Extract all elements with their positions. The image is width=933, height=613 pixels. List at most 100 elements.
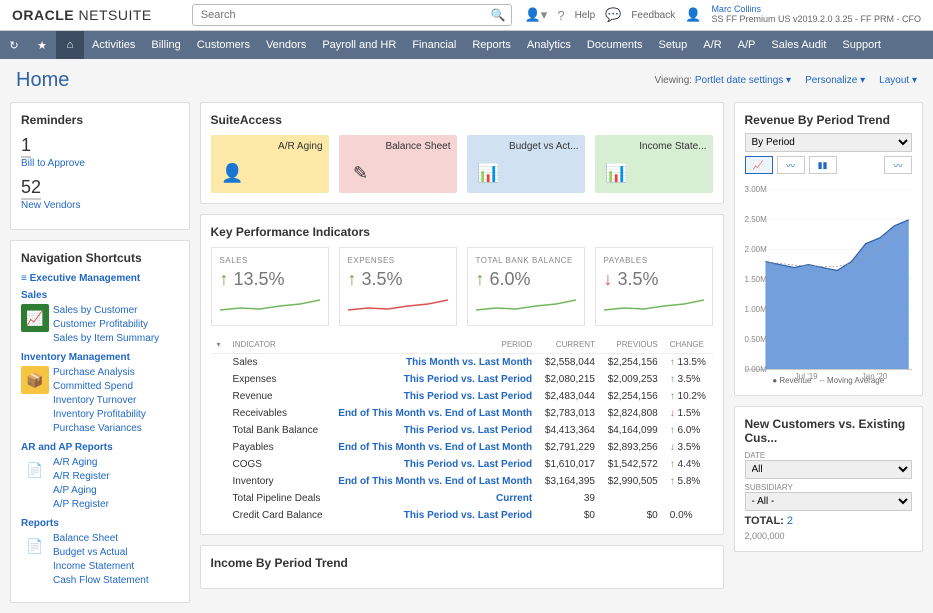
search-input[interactable] [192, 4, 512, 26]
reminder-link[interactable]: Bill to Approve [21, 158, 179, 169]
shortcut-link[interactable]: A/R Register [53, 470, 179, 484]
nav-customers[interactable]: Customers [189, 32, 258, 58]
kpi-period[interactable]: This Period vs. Last Period [330, 456, 538, 473]
rev-trend-card: Revenue By Period Trend By Period 📈 〰 ▮▮… [734, 102, 923, 396]
kpi-period[interactable]: End of This Month vs. End of Last Month [330, 405, 538, 422]
kpi-period[interactable]: End of This Month vs. End of Last Month [330, 439, 538, 456]
layout-link[interactable]: Layout ▾ [879, 75, 917, 86]
kpi-period[interactable]: This Period vs. Last Period [330, 388, 538, 405]
shortcut-link[interactable]: Balance Sheet [53, 532, 179, 546]
nav-a-r[interactable]: A/R [695, 32, 729, 58]
kpi-change: 0.0% [664, 507, 713, 524]
nav-support[interactable]: Support [834, 32, 889, 58]
suite-tile[interactable]: A/R Aging👤 [211, 135, 329, 193]
shortcut-link[interactable]: Customer Profitability [53, 318, 179, 332]
shortcut-head[interactable]: Reports [21, 518, 179, 529]
shortcut-head[interactable]: Inventory Management [21, 352, 179, 363]
nav-vendors[interactable]: Vendors [258, 32, 314, 58]
kpi-th[interactable]: CHANGE [664, 336, 713, 354]
user-dropdown-icon[interactable]: 👤▾ [525, 7, 548, 23]
tile-label: Budget vs Act... [509, 141, 578, 152]
suite-tile[interactable]: Budget vs Act...📊 [467, 135, 585, 193]
user-role: SS FF Premium US v2019.2.0 3.25 - FF PRM… [711, 15, 921, 25]
kpi-label: TOTAL BANK BALANCE [476, 256, 576, 265]
help-link[interactable]: Help [575, 10, 596, 21]
date-select[interactable]: All [745, 460, 912, 479]
suite-tile[interactable]: Income State...📊 [595, 135, 713, 193]
nav-payroll-and-hr[interactable]: Payroll and HR [314, 32, 404, 58]
nav-a-p[interactable]: A/P [730, 32, 764, 58]
shortcut-link[interactable]: Income Statement [53, 560, 179, 574]
shortcut-link[interactable]: Cash Flow Statement [53, 574, 179, 588]
ylabel: 0.50M [745, 335, 767, 344]
shortcut-head[interactable]: AR and AP Reports [21, 442, 179, 453]
kpi-th[interactable]: PERIOD [330, 336, 538, 354]
nav-reports[interactable]: Reports [464, 32, 519, 58]
nav-financial[interactable]: Financial [404, 32, 464, 58]
kpi-th[interactable]: INDICATOR [227, 336, 330, 354]
shortcut-link[interactable]: A/P Aging [53, 484, 179, 498]
reminder-link[interactable]: New Vendors [21, 200, 179, 211]
avatar-icon[interactable]: 👤 [685, 7, 701, 23]
kpi-period[interactable]: This Period vs. Last Period [330, 371, 538, 388]
nav-sales-audit[interactable]: Sales Audit [763, 32, 834, 58]
shortcut-link[interactable]: A/R Aging [53, 456, 179, 470]
thumb-area-icon[interactable]: 📈 [745, 156, 773, 174]
nav-star-icon[interactable]: ★ [28, 31, 56, 59]
kpi-th[interactable]: CURRENT [538, 336, 601, 354]
kpi-previous: $2,254,156 [601, 388, 664, 405]
sub-select[interactable]: - All - [745, 492, 912, 511]
rev-trend-selector[interactable]: By Period [745, 133, 912, 152]
shortcut-link[interactable]: A/P Register [53, 498, 179, 512]
sparkline-icon [220, 298, 320, 314]
shortcut-link[interactable]: Inventory Profitability [53, 408, 179, 422]
feedback-link[interactable]: Feedback [631, 10, 675, 21]
tile-icon: 📊 [603, 159, 631, 187]
shortcut-link[interactable]: Budget vs Actual [53, 546, 179, 560]
nav-home-icon[interactable]: ⌂ [56, 31, 84, 59]
app-header: ORACLE NETSUITE 🔍 👤▾ ? Help 💬 Feedback 👤… [0, 0, 933, 31]
suite-tile[interactable]: Balance Sheet✎ [339, 135, 457, 193]
search-icon[interactable]: 🔍 [491, 8, 506, 22]
help-icon[interactable]: ? [557, 8, 564, 23]
kpi-th[interactable]: PREVIOUS [601, 336, 664, 354]
shortcut-link[interactable]: Inventory Turnover [53, 394, 179, 408]
shortcut-exec[interactable]: Executive Management [21, 273, 179, 284]
nav-activities[interactable]: Activities [84, 32, 143, 58]
shortcut-link[interactable]: Committed Spend [53, 380, 179, 394]
shortcut-link[interactable]: Sales by Customer [53, 304, 179, 318]
kpi-indicator: Sales [227, 354, 330, 372]
shortcut-link[interactable]: Purchase Analysis [53, 366, 179, 380]
personalize-link[interactable]: Personalize ▾ [805, 75, 865, 86]
kpi-current: $2,791,229 [538, 439, 601, 456]
ylabel: 0.00M [745, 365, 767, 374]
nav-back-icon[interactable]: ↻ [0, 31, 28, 59]
shortcut-link[interactable]: Sales by Item Summary [53, 332, 179, 346]
ylabel: 2.50M [745, 215, 767, 224]
kpi-indicator: Credit Card Balance [227, 507, 330, 524]
kpi-period[interactable]: This Month vs. Last Month [330, 354, 538, 372]
kpi-period[interactable]: This Period vs. Last Period [330, 422, 538, 439]
nav-billing[interactable]: Billing [143, 32, 188, 58]
kpi-period[interactable]: Current [330, 490, 538, 507]
thumb-bar-icon[interactable]: ▮▮ [809, 156, 837, 174]
thumb-alt-icon[interactable]: 〰 [884, 156, 912, 174]
shortcut-head[interactable]: Sales [21, 290, 179, 301]
nav-setup[interactable]: Setup [651, 32, 696, 58]
shortcut-icon: 📈 [21, 304, 49, 332]
kpi-period[interactable]: This Period vs. Last Period [330, 507, 538, 524]
nav-analytics[interactable]: Analytics [519, 32, 579, 58]
xlabel-0: Jul '19 [795, 372, 818, 381]
kpi-previous: $2,990,505 [601, 473, 664, 490]
shortcut-link[interactable]: Purchase Variances [53, 422, 179, 436]
page-bar: Home Viewing: Portlet date settings ▾ Pe… [0, 59, 933, 102]
shortcuts-card: Navigation Shortcuts Executive Managemen… [10, 240, 190, 603]
sparkline-icon [604, 298, 704, 314]
nav-documents[interactable]: Documents [579, 32, 651, 58]
kpi-row: Payables End of This Month vs. End of La… [211, 439, 713, 456]
kpi-period[interactable]: End of This Month vs. End of Last Month [330, 473, 538, 490]
user-box[interactable]: Marc Collins SS FF Premium US v2019.2.0 … [711, 5, 921, 25]
new-cust-title: New Customers vs. Existing Cus... [745, 417, 912, 445]
feedback-icon[interactable]: 💬 [605, 7, 621, 23]
thumb-line-icon[interactable]: 〰 [777, 156, 805, 174]
